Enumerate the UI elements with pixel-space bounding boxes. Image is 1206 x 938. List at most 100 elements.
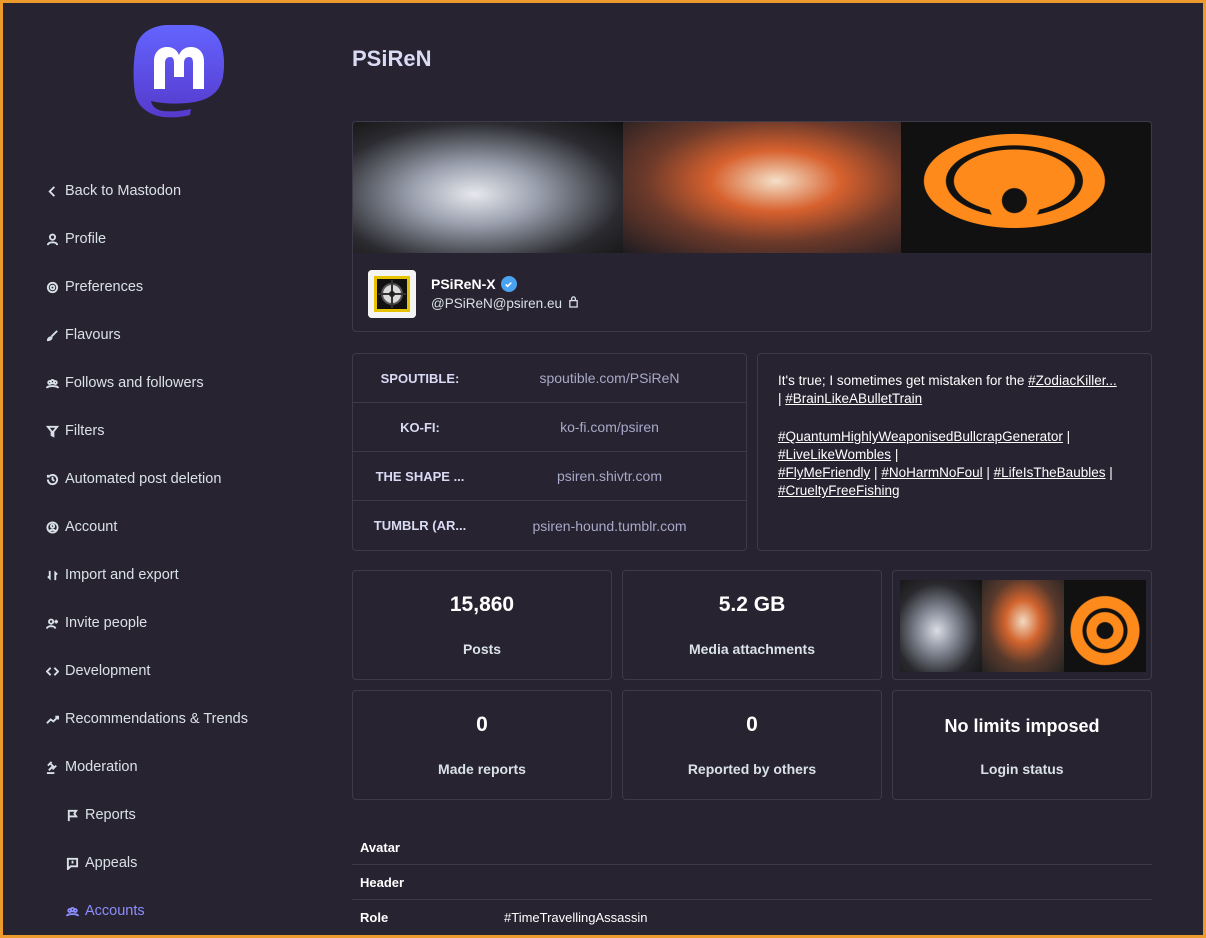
- bio-separator: |: [870, 465, 878, 480]
- sidebar-item-moderation[interactable]: Moderation: [45, 755, 138, 779]
- stat-posts: 15,860 Posts: [352, 570, 612, 680]
- sidebar-item-label: Import and export: [65, 567, 179, 583]
- field-name: KO-FI:: [400, 419, 440, 435]
- avatar[interactable]: [368, 270, 416, 318]
- comment-icon: [65, 856, 79, 870]
- stat-label: Reported by others: [687, 761, 817, 777]
- stat-made-reports: 0 Made reports: [352, 690, 612, 800]
- hashtag-link[interactable]: #LifeIsTheBaubles: [994, 465, 1106, 480]
- sidebar-item-label: Follows and followers: [65, 375, 204, 391]
- history-icon: [45, 472, 59, 486]
- profile-field-row: THE SHAPE ... psiren.shivtr.com: [353, 452, 746, 501]
- sidebar-item-back-to-mastodon[interactable]: Back to Mastodon: [45, 179, 181, 203]
- profile-field-row: TUMBLR (AR... psiren-hound.tumblr.com: [353, 501, 746, 550]
- sidebar-item-label: Preferences: [65, 279, 144, 295]
- media-thumbnail[interactable]: [982, 580, 1064, 672]
- field-name: TUMBLR (AR...: [373, 518, 467, 533]
- stat-label: Media attachments: [688, 641, 816, 657]
- bio-separator: |: [1105, 465, 1113, 480]
- sidebar-item-recommendations-and-trends[interactable]: Recommendations & Trends: [45, 707, 248, 731]
- table-row-value: #TimeTravellingAssassin: [504, 910, 648, 925]
- media-thumbnail[interactable]: [1064, 580, 1146, 672]
- filter-icon: [45, 424, 59, 438]
- stat-value: No limits imposed: [944, 716, 1100, 736]
- sidebar-item-label: Invite people: [65, 615, 148, 631]
- field-value-link[interactable]: spoutible.com/PSiReN: [473, 370, 746, 386]
- bio-line: | #BrainLikeABulletTrain: [778, 390, 1131, 408]
- bio-text: It's true; I sometimes get mistaken for …: [778, 373, 1029, 388]
- bio-separator: |: [982, 465, 990, 480]
- sidebar-item-appeals[interactable]: Appeals: [65, 851, 137, 875]
- table-row-key: Avatar: [360, 839, 400, 855]
- bio-separator: |: [891, 447, 899, 462]
- profile-field-row: KO-FI: ko-fi.com/psiren: [353, 403, 746, 452]
- field-value-link[interactable]: psiren-hound.tumblr.com: [473, 518, 746, 534]
- sidebar-item-label: Profile: [65, 231, 107, 247]
- account-details-table: Avatar Header Role #TimeTravellingAssass…: [352, 830, 1152, 935]
- media-thumbnails: [900, 580, 1146, 672]
- header-image-panel-1: [353, 122, 623, 253]
- sidebar-item-development[interactable]: Development: [45, 659, 150, 683]
- sidebar-item-label: Flavours: [65, 327, 121, 343]
- bio-line: #LiveLikeWombles |: [778, 446, 1131, 464]
- field-value-link[interactable]: psiren.shivtr.com: [473, 468, 746, 484]
- media-thumbnail[interactable]: [900, 580, 982, 672]
- hashtag-link[interactable]: #FlyMeFriendly: [778, 465, 870, 480]
- stat-value: 0: [746, 713, 758, 736]
- hashtag-link[interactable]: #NoHarmNoFoul: [881, 465, 982, 480]
- table-row: Header: [352, 865, 1152, 900]
- profile-field-row: SPOUTIBLE: spoutible.com/PSiReN: [353, 354, 746, 403]
- sidebar-item-label: Development: [65, 663, 151, 679]
- table-row: Role #TimeTravellingAssassin: [352, 900, 1152, 935]
- page-title: PSiReN: [352, 46, 432, 71]
- users-icon: [45, 376, 59, 390]
- account-handle: @PSiReN@psiren.eu: [431, 295, 579, 311]
- flag-icon: [65, 808, 79, 822]
- sidebar-item-invite-people[interactable]: Invite people: [45, 611, 147, 635]
- users-icon: [65, 904, 79, 918]
- verified-badge-icon: [500, 276, 517, 292]
- import-export-icon: [45, 568, 59, 582]
- profile-fields: SPOUTIBLE: spoutible.com/PSiReN KO-FI: k…: [352, 353, 747, 551]
- paint-brush-icon: [45, 328, 59, 342]
- sidebar-item-filters[interactable]: Filters: [45, 419, 104, 443]
- hashtag-link[interactable]: #LiveLikeWombles: [778, 447, 891, 462]
- header-image-panel-2: [623, 122, 901, 253]
- display-name-text: PSiReN-X: [431, 276, 496, 292]
- header-image: [353, 122, 1151, 253]
- sidebar-item-label: Back to Mastodon: [65, 183, 182, 199]
- mastodon-logo-icon[interactable]: [130, 25, 228, 129]
- stat-label: Posts: [462, 641, 502, 657]
- stat-value: 0: [476, 713, 488, 736]
- sidebar-item-label: Filters: [65, 423, 105, 439]
- app-window: Back to Mastodon Profile Preferences Fla…: [3, 3, 1203, 935]
- bio-line: #FlyMeFriendly | #NoHarmNoFoul | #LifeIs…: [778, 464, 1131, 482]
- sidebar-item-preferences[interactable]: Preferences: [45, 275, 143, 299]
- hashtag-link[interactable]: #BrainLikeABulletTrain: [785, 391, 922, 406]
- sidebar-item-profile[interactable]: Profile: [45, 227, 106, 251]
- media-preview[interactable]: [892, 570, 1152, 680]
- bio-line: It's true; I sometimes get mistaken for …: [778, 372, 1131, 390]
- sidebar-item-account[interactable]: Account: [45, 515, 117, 539]
- sidebar-item-import-and-export[interactable]: Import and export: [45, 563, 179, 587]
- sidebar-item-accounts[interactable]: Accounts: [65, 899, 145, 923]
- sidebar-item-label: Reports: [85, 807, 136, 823]
- hashtag-link[interactable]: #ZodiacKiller...: [1028, 373, 1117, 388]
- header-image-panel-3: [901, 122, 1151, 253]
- lock-icon: [568, 295, 579, 311]
- hashtag-link[interactable]: #QuantumHighlyWeaponisedBullcrapGenerato…: [778, 429, 1063, 444]
- user-plus-icon: [45, 616, 59, 630]
- sidebar-item-flavours[interactable]: Flavours: [45, 323, 121, 347]
- field-value-link[interactable]: ko-fi.com/psiren: [473, 419, 746, 435]
- trending-icon: [45, 712, 59, 726]
- stat-label: Login status: [980, 761, 1064, 777]
- sidebar-item-follows-and-followers[interactable]: Follows and followers: [45, 371, 204, 395]
- field-name: THE SHAPE ...: [375, 468, 465, 484]
- user-icon: [45, 232, 59, 246]
- table-row: Avatar: [352, 830, 1152, 865]
- sidebar-item-reports[interactable]: Reports: [65, 803, 136, 827]
- user-circle-icon: [45, 520, 59, 534]
- hashtag-link[interactable]: #CrueltyFreeFishing: [778, 483, 900, 498]
- bio-line: #CrueltyFreeFishing: [778, 482, 1131, 500]
- sidebar-item-automated-post-deletion[interactable]: Automated post deletion: [45, 467, 221, 491]
